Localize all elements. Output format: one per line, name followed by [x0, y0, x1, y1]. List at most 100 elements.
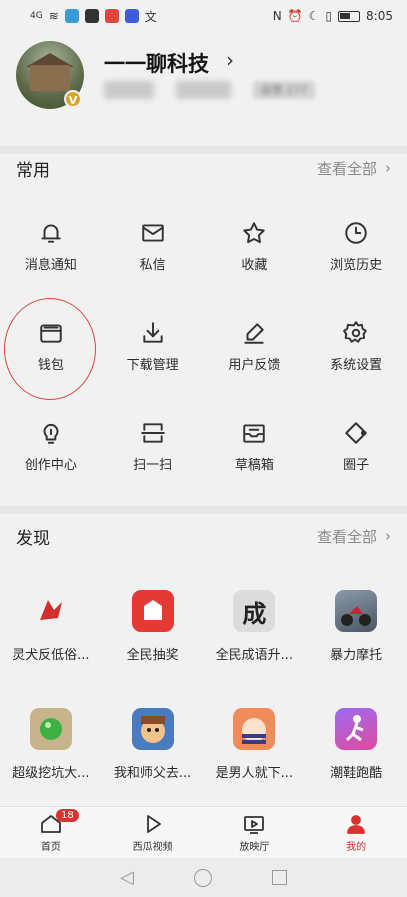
inbox-icon — [243, 424, 266, 443]
alarm-icon: ⏰ — [287, 9, 303, 23]
app-notify-icon-1 — [64, 9, 79, 23]
app-notify-icon-4 — [124, 9, 139, 23]
app-item[interactable]: 暴力摩托 — [305, 584, 407, 702]
motorbike-icon — [335, 590, 378, 632]
section-title-discover: 发现 — [16, 528, 50, 549]
download-icon — [142, 322, 163, 343]
tab-home[interactable]: 首页 18 — [0, 807, 102, 858]
status-time: 8:05 — [366, 9, 393, 23]
tool-label: 扫一扫 — [133, 458, 173, 473]
tool-scan[interactable]: 扫一扫 — [102, 398, 204, 498]
app-item[interactable]: 是男人就下... — [204, 702, 306, 820]
bottom-tab-bar: 首页 18 西瓜视频 放映厅 我的 — [0, 806, 407, 858]
tool-messages[interactable]: 私信 — [102, 198, 204, 298]
play-icon — [146, 815, 161, 833]
scan-icon — [140, 423, 165, 443]
translate-icon: 文 — [144, 9, 157, 24]
tool-label: 用户反馈 — [228, 358, 281, 373]
app-label: 是男人就下... — [215, 766, 294, 781]
blurred-stat-3: 获赞 277 — [253, 81, 315, 99]
tool-label: 草稿箱 — [234, 458, 274, 473]
tool-label: 浏览历史 — [330, 258, 383, 273]
tab-label: 我的 — [346, 842, 367, 853]
home-circle-icon[interactable] — [193, 868, 212, 887]
battery-icon — [338, 10, 361, 22]
profile-stats: 获赞 277 — [104, 81, 315, 99]
username[interactable]: 一一聊科技 — [104, 48, 209, 78]
moon-icon: ☾ — [308, 9, 320, 23]
runner-icon — [335, 708, 378, 750]
blurred-stat-2 — [176, 81, 231, 99]
app-notify-icon-3 — [104, 9, 119, 23]
highlight-circle — [4, 298, 96, 400]
tab-label: 放映厅 — [239, 842, 270, 853]
status-left: 4G ≋ 文 — [30, 8, 157, 25]
notification-badge: 18 — [56, 809, 79, 822]
common-section-header: 常用 查看全部 › — [0, 153, 407, 183]
tool-circles[interactable]: 圈子 — [305, 398, 407, 498]
tool-settings[interactable]: 系统设置 — [305, 298, 407, 398]
app-notify-icon-2 — [84, 9, 99, 23]
vibrate-icon: ▯ — [325, 9, 333, 23]
avatar-house — [30, 65, 70, 91]
green-ball-icon — [29, 708, 72, 750]
tool-history[interactable]: 浏览历史 — [305, 198, 407, 298]
app-label: 我和师父去... — [113, 766, 192, 781]
app-label: 全民成语升... — [215, 648, 294, 663]
discover-section-header: 发现 查看全部 › — [0, 521, 407, 551]
tool-feedback[interactable]: 用户反馈 — [204, 298, 306, 398]
chevron-right-icon: › — [385, 159, 391, 177]
app-item[interactable]: 灵犬反低俗... — [0, 584, 102, 702]
app-item[interactable]: 超级挖坑大... — [0, 702, 102, 820]
nfc-icon: N — [272, 9, 282, 23]
app-label: 超级挖坑大... — [12, 766, 90, 781]
view-all-label[interactable]: 查看全部 — [317, 158, 377, 179]
bulb-icon — [43, 424, 59, 444]
tab-mine[interactable]: 我的 — [305, 807, 407, 858]
app-item[interactable]: 潮鞋跑酷 — [305, 702, 407, 820]
tab-label: 西瓜视频 — [132, 842, 173, 853]
app-label: 潮鞋跑酷 — [330, 766, 383, 781]
section-title-common: 常用 — [16, 160, 50, 181]
app-item[interactable]: 成 全民成语升... — [204, 584, 306, 702]
app-item[interactable]: 全民抽奖 — [102, 584, 204, 702]
tab-xigua-video[interactable]: 西瓜视频 — [102, 807, 204, 858]
view-all-discover[interactable]: 查看全部 › — [317, 526, 391, 547]
tool-downloads[interactable]: 下载管理 — [102, 298, 204, 398]
tab-theater[interactable]: 放映厅 — [204, 807, 306, 858]
back-icon[interactable]: ◁ — [120, 867, 134, 888]
clock-icon — [345, 222, 367, 244]
chevron-right-icon: › — [385, 527, 391, 545]
tool-drafts[interactable]: 草稿箱 — [204, 398, 306, 498]
tool-creator-center[interactable]: 创作中心 — [0, 398, 102, 498]
mail-icon — [141, 224, 164, 242]
profile-header[interactable]: V 一一聊科技 › 获赞 277 — [0, 36, 407, 146]
tab-label: 首页 — [40, 842, 61, 853]
tool-favorites[interactable]: 收藏 — [204, 198, 306, 298]
view-all-label[interactable]: 查看全部 — [317, 526, 377, 547]
tool-notifications[interactable]: 消息通知 — [0, 198, 102, 298]
tool-label: 创作中心 — [24, 458, 77, 473]
tool-label: 下载管理 — [126, 358, 179, 373]
status-right: N ⏰ ☾ ▯ 8:05 — [273, 9, 393, 23]
chevron-right-icon[interactable]: › — [226, 48, 234, 72]
tv-icon — [244, 816, 265, 834]
tool-label: 私信 — [139, 258, 166, 273]
idiom-icon: 成 — [233, 590, 276, 632]
app-label: 全民抽奖 — [126, 648, 179, 663]
section-divider — [0, 506, 407, 514]
view-all-common[interactable]: 查看全部 › — [317, 158, 391, 179]
signal-text: 4G — [30, 11, 43, 21]
bell-icon — [41, 224, 61, 243]
star-icon — [243, 222, 266, 244]
circle-icon — [345, 422, 367, 444]
blurred-stat-1 — [104, 81, 154, 99]
app-item[interactable]: 我和师父去... — [102, 702, 204, 820]
stripes-face-icon — [233, 708, 276, 750]
person-icon — [347, 815, 366, 834]
tool-label: 消息通知 — [24, 258, 77, 273]
recents-icon[interactable] — [271, 870, 287, 885]
discover-grid: 灵犬反低俗... 全民抽奖 成 全民成语升... 暴力摩托 超级挖坑大... 我… — [0, 584, 407, 820]
tool-label: 圈子 — [343, 458, 370, 473]
app-label: 灵犬反低俗... — [12, 648, 90, 663]
